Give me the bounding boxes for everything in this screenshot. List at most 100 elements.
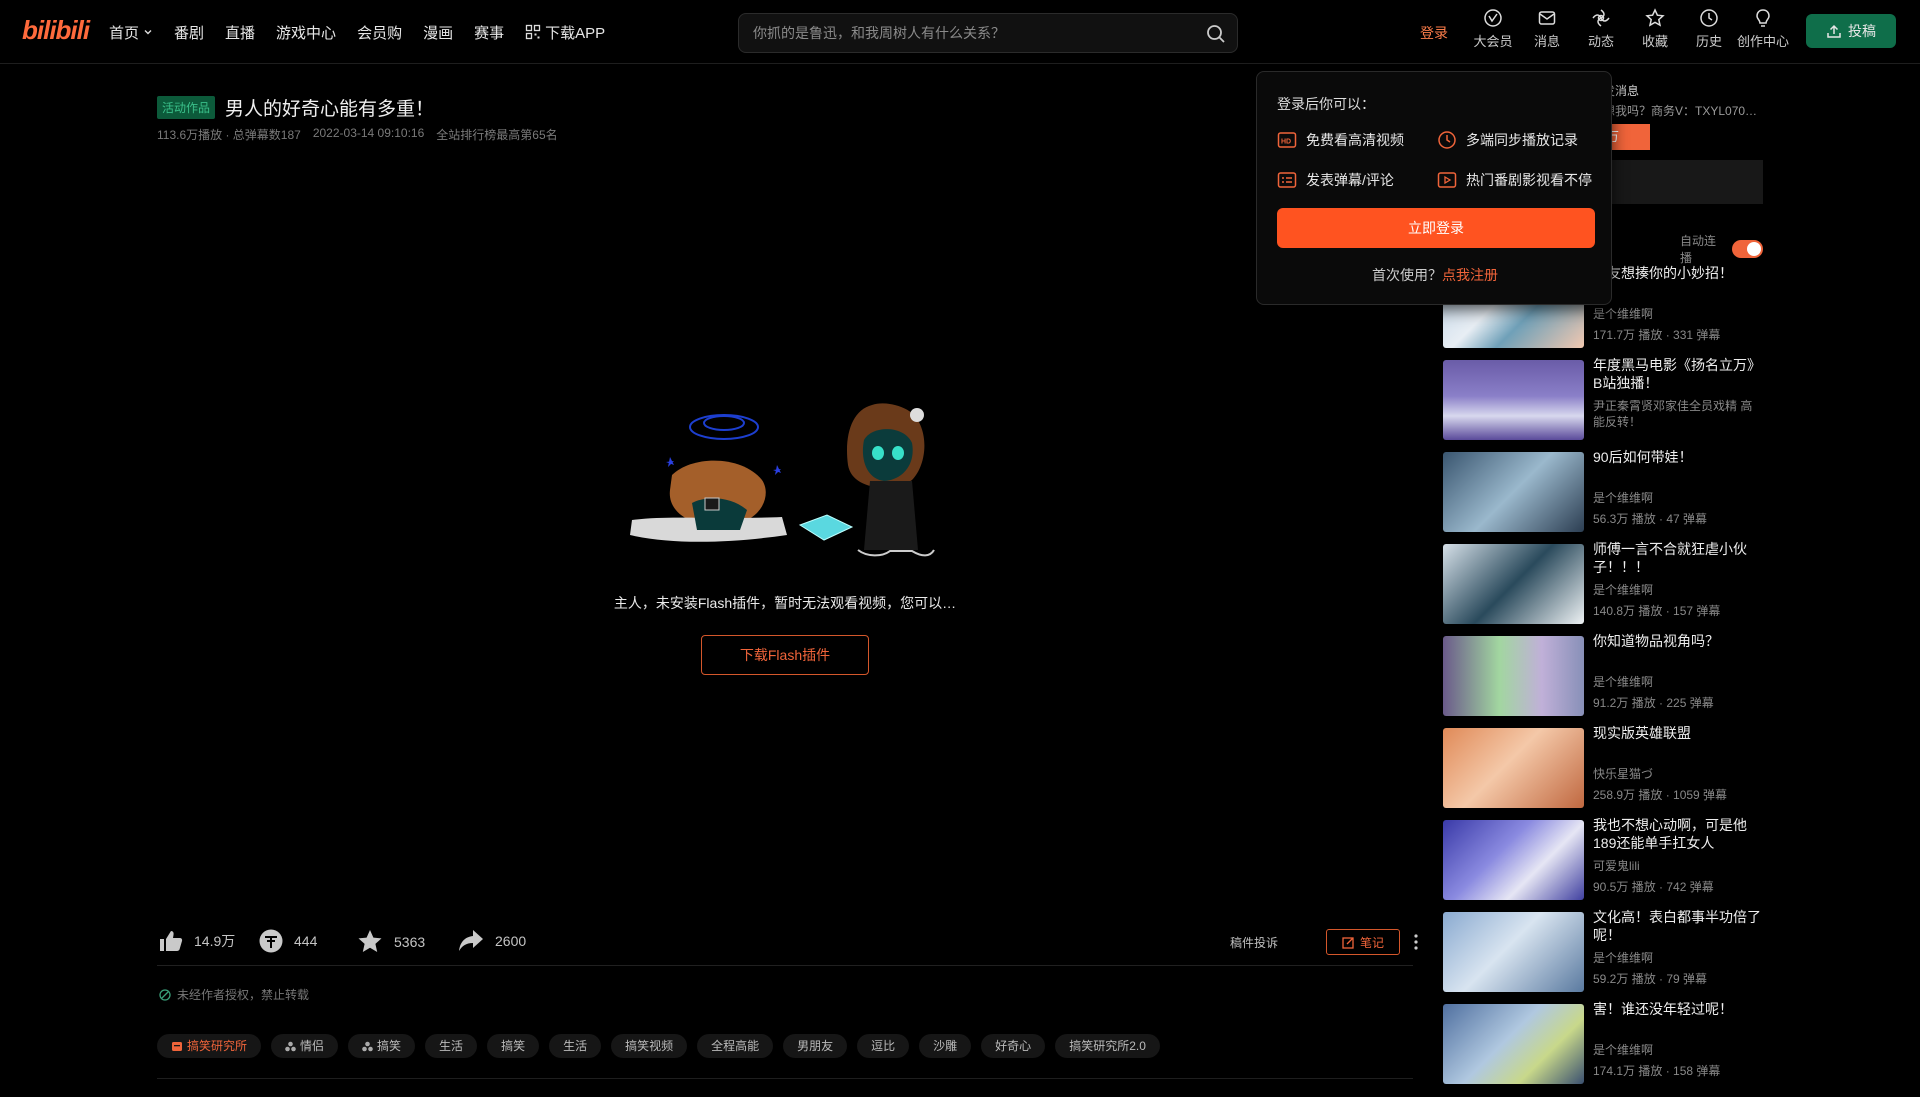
rec-author: 尹正秦霄贤邓家佳全员戏精 高能反转！ bbox=[1593, 399, 1753, 429]
feature-danmaku: 发表弹幕/评论 bbox=[1277, 170, 1394, 190]
video-toolbar: 14.9万 444 5363 2600 稿件投诉 笔记 bbox=[157, 922, 1418, 966]
list-item[interactable]: 90后如何带娃！ 是个维维啊 56.3万 播放 · 47 弹幕 bbox=[1443, 448, 1763, 540]
header-right-icons: 大会员 消息 动态 收藏 历史 创作中心 bbox=[1466, 8, 1790, 50]
rec-author[interactable]: 是个维维啊 bbox=[1593, 950, 1763, 966]
rec-author[interactable]: 是个维维啊 bbox=[1593, 490, 1763, 506]
upload-icon bbox=[1827, 24, 1841, 38]
like-button[interactable]: 14.9万 bbox=[158, 928, 235, 954]
video-player[interactable]: 主人，未安装Flash插件，暂时无法观看视频，您可以… 下载Flash插件 bbox=[157, 150, 1413, 910]
list-item[interactable]: 你知道物品视角吗？ 是个维维啊 91.2万 播放 · 225 弹幕 bbox=[1443, 632, 1763, 724]
list-item[interactable]: 文化高！表白都事半功倍了呢！ 是个维维啊 59.2万 播放 · 79 弹幕 bbox=[1443, 908, 1763, 1000]
rec-stats: 258.9万 播放 · 1059 弹幕 bbox=[1593, 788, 1728, 802]
video-thumbnail[interactable] bbox=[1443, 912, 1584, 992]
favorite-button[interactable]: 5363 bbox=[356, 928, 425, 956]
video-thumbnail[interactable] bbox=[1443, 544, 1584, 624]
tag-item[interactable]: 情侣 bbox=[271, 1034, 339, 1058]
nav-esports[interactable]: 赛事 bbox=[474, 22, 504, 43]
search-icon[interactable] bbox=[1205, 23, 1227, 45]
list-item[interactable]: 害！谁还没年轻过呢！ 是个维维啊 174.1万 播放 · 158 弹幕 bbox=[1443, 1000, 1763, 1092]
rec-title[interactable]: 师傅一言不合就狂虐小伙子！！！ bbox=[1593, 540, 1763, 576]
vip-entry[interactable]: 大会员 bbox=[1466, 8, 1520, 50]
bilibili-logo[interactable]: bilibili bbox=[22, 15, 90, 46]
register-link[interactable]: 点我注册 bbox=[1442, 267, 1498, 283]
channel-icon bbox=[362, 1041, 373, 1051]
dynamic-entry[interactable]: 动态 bbox=[1574, 8, 1628, 50]
edit-icon bbox=[1342, 936, 1354, 949]
tag-item[interactable]: 搞笑 bbox=[348, 1034, 416, 1058]
tag-item[interactable]: 搞笑视频 bbox=[611, 1034, 688, 1058]
video-thumbnail[interactable] bbox=[1443, 728, 1584, 808]
tag-item[interactable]: 生活 bbox=[549, 1034, 602, 1058]
feature-bangumi: 热门番剧影视看不停 bbox=[1437, 170, 1592, 190]
activity-badge[interactable]: 活动作品 bbox=[157, 96, 216, 119]
history-entry[interactable]: 历史 bbox=[1682, 8, 1736, 50]
rec-title[interactable]: 你知道物品视角吗？ bbox=[1593, 632, 1763, 650]
rec-title[interactable]: 现实版英雄联盟 bbox=[1593, 724, 1763, 742]
list-item[interactable]: 我也不想心动啊，可是他189还能单手扛女人 可爱鬼lili 90.5万 播放 ·… bbox=[1443, 816, 1763, 908]
upload-button[interactable]: 投稿 bbox=[1806, 14, 1896, 48]
top-header: bilibili 首页 番剧 直播 游戏中心 会员购 漫画 赛事 下载APP 登… bbox=[0, 0, 1920, 64]
nav-manga[interactable]: 漫画 bbox=[423, 22, 453, 43]
complaint-link[interactable]: 稿件投诉 bbox=[1230, 934, 1278, 951]
rec-author[interactable]: 是个维维啊 bbox=[1593, 582, 1763, 598]
video-thumbnail[interactable] bbox=[1443, 452, 1584, 532]
rec-title[interactable]: 90后如何带娃！ bbox=[1593, 448, 1763, 466]
channel-icon bbox=[285, 1041, 296, 1051]
clock-icon bbox=[1438, 131, 1456, 149]
favorites-entry[interactable]: 收藏 bbox=[1628, 8, 1682, 50]
feature-hd: HD 免费看高清视频 bbox=[1277, 130, 1404, 150]
list-item[interactable]: 年度黑马电影《扬名立万》B站独播！ 尹正秦霄贤邓家佳全员戏精 高能反转！ bbox=[1443, 356, 1763, 448]
more-options-icon[interactable] bbox=[1406, 932, 1426, 952]
login-now-button[interactable]: 立即登录 bbox=[1277, 208, 1595, 248]
star-icon bbox=[358, 930, 382, 952]
video-thumbnail[interactable] bbox=[1443, 1004, 1584, 1084]
rec-author[interactable]: 快乐星猫づ bbox=[1593, 766, 1763, 782]
rec-title[interactable]: 害！谁还没年轻过呢！ bbox=[1593, 1000, 1763, 1018]
rec-author[interactable]: 是个维维啊 bbox=[1593, 1042, 1763, 1058]
download-flash-button[interactable]: 下载Flash插件 bbox=[701, 635, 869, 675]
tag-item[interactable]: 男朋友 bbox=[783, 1034, 848, 1058]
rec-title[interactable]: 朋友想揍你的小妙招！ bbox=[1593, 264, 1763, 282]
tag-item[interactable]: 搞笑 bbox=[487, 1034, 540, 1058]
tag-item[interactable]: 逗比 bbox=[857, 1034, 910, 1058]
rec-author[interactable]: 是个维维啊 bbox=[1593, 674, 1763, 690]
tag-item[interactable]: 搞笑研究所2.0 bbox=[1055, 1034, 1160, 1058]
tag-item[interactable]: 生活 bbox=[425, 1034, 478, 1058]
nav-live[interactable]: 直播 bbox=[225, 22, 255, 43]
rec-author[interactable]: 是个维维啊 bbox=[1593, 306, 1763, 322]
rec-title[interactable]: 我也不想心动啊，可是他189还能单手扛女人 bbox=[1593, 816, 1763, 852]
creator-center-entry[interactable]: 创作中心 bbox=[1736, 8, 1790, 50]
nav-anime[interactable]: 番剧 bbox=[174, 22, 204, 43]
tag-item[interactable]: 全程高能 bbox=[697, 1034, 774, 1058]
tag-item[interactable]: 搞笑研究所 bbox=[157, 1034, 262, 1058]
message-entry[interactable]: 消息 bbox=[1520, 8, 1574, 50]
note-button[interactable]: 笔记 bbox=[1326, 929, 1400, 955]
rank-info[interactable]: 全站排行榜最高第65名 bbox=[436, 126, 557, 143]
rec-title[interactable]: 文化高！表白都事半功倍了呢！ bbox=[1593, 908, 1763, 944]
autoplay-toggle[interactable] bbox=[1732, 240, 1763, 258]
download-app-icon bbox=[525, 24, 541, 40]
forbidden-icon bbox=[159, 988, 171, 1001]
video-thumbnail[interactable] bbox=[1443, 360, 1584, 440]
share-button[interactable]: 2600 bbox=[457, 928, 526, 954]
rec-title[interactable]: 年度黑马电影《扬名立万》B站独播！ bbox=[1593, 356, 1763, 392]
nav-mall[interactable]: 会员购 bbox=[357, 22, 402, 43]
search-input[interactable] bbox=[753, 14, 1173, 52]
nav-download-app[interactable]: 下载APP bbox=[525, 22, 605, 43]
list-item[interactable]: 师傅一言不合就狂虐小伙子！！！ 是个维维啊 140.8万 播放 · 157 弹幕 bbox=[1443, 540, 1763, 632]
autoplay-label: 自动连播 bbox=[1680, 234, 1717, 265]
rec-author[interactable]: 可爱鬼lili bbox=[1593, 858, 1763, 874]
tag-item[interactable]: 好奇心 bbox=[981, 1034, 1046, 1058]
tag-list: 搞笑研究所 情侣 搞笑 生活 搞笑 生活 搞笑视频 全程高能 男朋友 逗比 沙雕… bbox=[157, 1034, 1160, 1058]
video-thumbnail[interactable] bbox=[1443, 820, 1584, 900]
video-meta: 113.6万播放 · 总弹幕数187 2022-03-14 09:10:16 全… bbox=[157, 126, 558, 143]
autoplay-toggle-row: 自动连播 bbox=[1680, 232, 1763, 266]
nav-game-center[interactable]: 游戏中心 bbox=[276, 22, 336, 43]
video-thumbnail[interactable] bbox=[1443, 636, 1584, 716]
coin-button[interactable]: 444 bbox=[258, 928, 317, 954]
tag-item[interactable]: 沙雕 bbox=[919, 1034, 972, 1058]
login-link[interactable]: 登录 bbox=[1420, 23, 1448, 43]
publish-date: 2022-03-14 09:10:16 bbox=[312, 126, 425, 140]
nav-home[interactable]: 首页 bbox=[109, 22, 153, 43]
list-item[interactable]: 现实版英雄联盟 快乐星猫づ 258.9万 播放 · 1059 弹幕 bbox=[1443, 724, 1763, 816]
